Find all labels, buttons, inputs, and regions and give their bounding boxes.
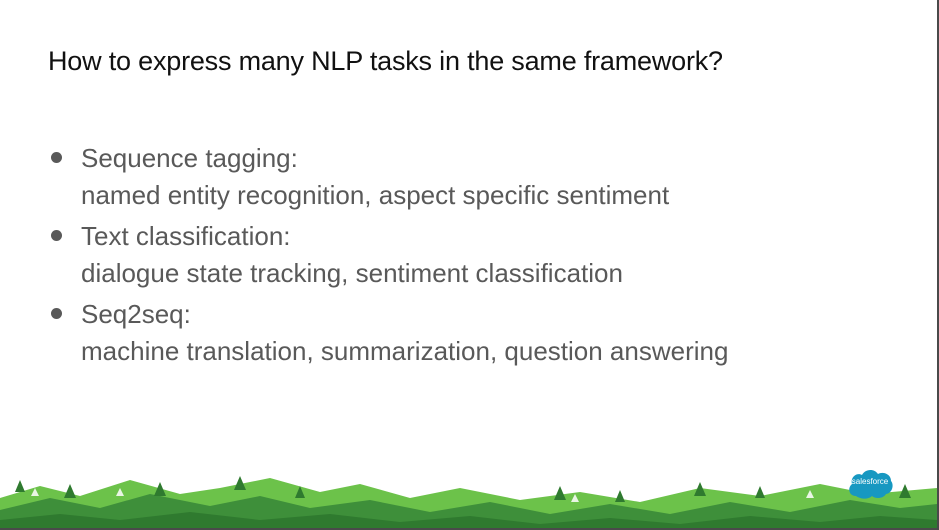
bullet-detail: machine translation, summarization, ques… [81, 336, 729, 366]
bullet-item-sequence-tagging: Sequence tagging: named entity recogniti… [48, 140, 728, 214]
bullet-item-seq2seq: Seq2seq: machine translation, summarizat… [48, 296, 728, 370]
bullet-heading: Sequence tagging: [81, 143, 298, 173]
bullet-dot-icon [51, 308, 62, 319]
bullet-heading: Seq2seq: [81, 299, 191, 329]
salesforce-logo: salesforce [846, 466, 894, 500]
slide: How to express many NLP tasks in the sam… [0, 0, 939, 530]
bullet-dot-icon [51, 152, 62, 163]
bullet-item-text-classification: Text classification: dialogue state trac… [48, 218, 728, 292]
salesforce-logo-text: salesforce [851, 477, 889, 486]
bullet-detail: named entity recognition, aspect specifi… [81, 180, 670, 210]
slide-title: How to express many NLP tasks in the sam… [48, 46, 723, 76]
bullet-dot-icon [51, 230, 62, 241]
mountain-landscape-decoration [0, 476, 937, 528]
bullet-list: Sequence tagging: named entity recogniti… [48, 140, 728, 374]
bullet-heading: Text classification: [81, 221, 291, 251]
bullet-detail: dialogue state tracking, sentiment class… [81, 258, 623, 288]
